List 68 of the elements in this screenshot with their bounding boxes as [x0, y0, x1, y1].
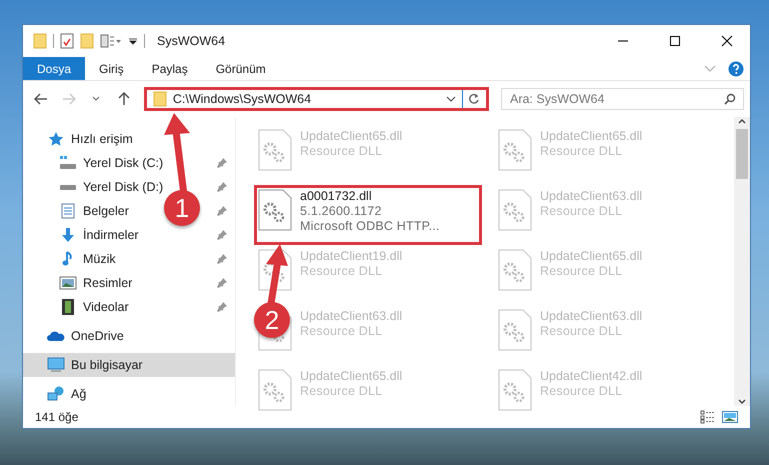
- drive-icon: [59, 155, 77, 171]
- gear-file-icon: [498, 369, 532, 411]
- address-bar[interactable]: C:\Windows\SysWOW64: [144, 87, 489, 111]
- search-field[interactable]: Ara: SysWOW64: [500, 88, 744, 110]
- gear-file-icon: [498, 189, 532, 231]
- details-view-icon[interactable]: [700, 410, 716, 424]
- nav-item[interactable]: Yerel Disk (D:): [59, 175, 164, 199]
- nav-item[interactable]: Müzik: [59, 247, 116, 271]
- folder-icon: [33, 33, 47, 49]
- ribbon-tab[interactable]: Paylaş: [138, 57, 202, 80]
- chevron-down-icon[interactable]: [446, 96, 456, 102]
- file-detail: Resource DLL: [540, 144, 624, 158]
- window-title: SysWOW64: [157, 34, 226, 48]
- nav-item[interactable]: İndirmeler: [59, 223, 139, 247]
- gear-file-icon: [258, 129, 292, 171]
- view-options-icon: [100, 34, 122, 48]
- nav-item[interactable]: Hızlı erişim: [47, 127, 133, 151]
- ribbon-tab[interactable]: Görünüm: [202, 57, 280, 80]
- nav-item[interactable]: Resimler: [59, 271, 132, 295]
- file-name[interactable]: a0001732.dll: [300, 189, 440, 203]
- ribbon-tab[interactable]: Giriş: [85, 57, 138, 80]
- nav-item[interactable]: Bu bilgisayar: [47, 353, 143, 377]
- nav-item[interactable]: Yerel Disk (C:): [59, 151, 164, 175]
- nav-item[interactable]: Ağ: [47, 382, 86, 406]
- file-detail: Resource DLL: [300, 384, 384, 398]
- file-detail: Resource DLL: [540, 324, 624, 338]
- refresh-icon: [468, 93, 480, 105]
- properties-icon: [60, 33, 74, 49]
- picture-icon: [59, 275, 77, 291]
- maximize-icon: [669, 35, 681, 47]
- nav-item[interactable]: Belgeler: [59, 199, 129, 223]
- item-count: 141 öğe: [35, 410, 80, 424]
- document-icon: [59, 203, 77, 219]
- folder-icon: [152, 91, 167, 107]
- file-detail: Resource DLL: [300, 144, 384, 158]
- nav-item[interactable]: Videolar: [59, 295, 129, 319]
- film-icon: [59, 299, 77, 315]
- search-icon: [724, 93, 736, 105]
- arrow-up-icon: [118, 92, 130, 106]
- large-icons-view-icon[interactable]: [722, 410, 738, 424]
- close-icon: [721, 35, 733, 47]
- scroll-thumb[interactable]: [736, 129, 748, 179]
- computer-icon: [47, 357, 65, 373]
- file-detail: Resource DLL: [540, 204, 624, 218]
- file-detail: Resource DLL: [300, 264, 384, 278]
- dropdown-caret-icon[interactable]: [128, 36, 138, 46]
- chevron-down-icon: [92, 96, 100, 102]
- network-icon: [47, 386, 65, 402]
- help-icon[interactable]: [728, 60, 744, 76]
- star-icon: [47, 131, 65, 147]
- drive-icon: [59, 184, 77, 190]
- arrow-right-icon: [62, 93, 76, 105]
- file-detail: Resource DLL: [540, 384, 624, 398]
- gear-file-icon: [258, 369, 292, 411]
- gear-file-icon: [498, 309, 532, 351]
- file-detail: Resource DLL: [300, 324, 384, 338]
- folder-icon: [80, 33, 94, 49]
- ribbon-tab[interactable]: Dosya: [23, 57, 86, 80]
- arrow-left-icon: [34, 93, 48, 105]
- nav-item[interactable]: OneDrive: [47, 324, 124, 348]
- file-detail: Microsoft ODBC HTTP...: [300, 219, 440, 233]
- gear-file-icon: [258, 189, 292, 231]
- scrollbar[interactable]: [734, 117, 750, 406]
- gear-file-icon: [498, 249, 532, 291]
- gear-file-icon: [498, 129, 532, 171]
- file-detail: Resource DLL: [540, 264, 624, 278]
- file-detail: 5.1.2600.1172: [300, 204, 383, 218]
- download-icon: [59, 227, 77, 243]
